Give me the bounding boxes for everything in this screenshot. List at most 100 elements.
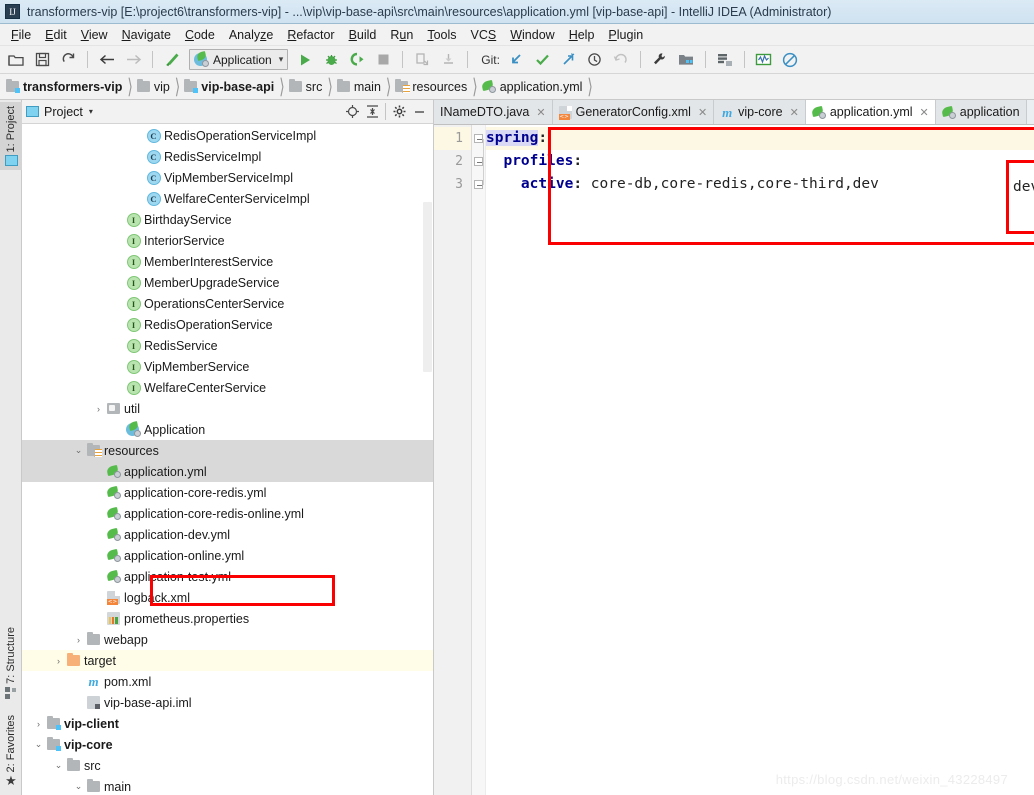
tree-row[interactable]: › webapp xyxy=(22,629,433,650)
run-configuration-selector[interactable]: Application ▾ xyxy=(189,49,289,70)
collapse-all-icon[interactable] xyxy=(362,102,382,122)
settings-gear-icon[interactable] xyxy=(389,102,409,122)
menu-code[interactable]: Code xyxy=(178,26,222,44)
tree-row[interactable]: application-core-redis-online.yml xyxy=(22,503,433,524)
tree-row[interactable]: › util xyxy=(22,398,433,419)
tree-row[interactable]: I InteriorService xyxy=(22,230,433,251)
tree-row[interactable]: application-core-redis.yml xyxy=(22,482,433,503)
menu-analyze[interactable]: Analyze xyxy=(222,26,280,44)
close-icon[interactable]: ✕ xyxy=(698,106,707,119)
close-icon[interactable]: ✕ xyxy=(536,106,545,119)
project-tree[interactable]: C RedisOperationServiceImpl C RedisServiceI… xyxy=(22,124,433,795)
menu-view[interactable]: View xyxy=(74,26,115,44)
breadcrumb-item-main[interactable]: main xyxy=(336,79,384,94)
tab-application-yml[interactable]: application.yml ✕ xyxy=(805,100,936,124)
run-with-coverage-icon[interactable] xyxy=(345,48,369,72)
settings-wrench-icon[interactable] xyxy=(648,48,672,72)
menu-plugin[interactable]: Plugin xyxy=(601,26,650,44)
chevron-down-icon[interactable]: ⌄ xyxy=(72,445,85,456)
tab-vip-core[interactable]: m vip-core ✕ xyxy=(714,100,806,124)
tree-row[interactable]: C VipMemberServiceImpl xyxy=(22,167,433,188)
locate-target-icon[interactable] xyxy=(342,102,362,122)
tree-row[interactable]: C RedisOperationServiceImpl xyxy=(22,125,433,146)
tree-row[interactable]: I RedisService xyxy=(22,335,433,356)
menu-tools[interactable]: Tools xyxy=(420,26,463,44)
breadcrumb-item-vip[interactable]: vip xyxy=(136,79,173,94)
tree-row[interactable]: › target xyxy=(22,650,433,671)
minimize-icon[interactable] xyxy=(409,102,429,122)
menu-window[interactable]: Window xyxy=(503,26,561,44)
tree-row[interactable]: application-online.yml xyxy=(22,545,433,566)
fold-marker-icon[interactable] xyxy=(474,134,483,143)
tree-row[interactable]: I RedisOperationService xyxy=(22,314,433,335)
tree-row[interactable]: I MemberInterestService xyxy=(22,251,433,272)
vcs-push-icon[interactable] xyxy=(557,48,581,72)
tab-iname-dto-java[interactable]: INameDTO.java ✕ xyxy=(434,100,553,124)
tree-row[interactable]: C RedisServiceImpl xyxy=(22,146,433,167)
breadcrumb-item-application-yml[interactable]: application.yml xyxy=(480,80,586,94)
code-folding-gutter[interactable] xyxy=(472,125,486,795)
chevron-down-icon[interactable]: ⌄ xyxy=(72,781,85,792)
tree-row[interactable]: › vip-client xyxy=(22,713,433,734)
menu-edit[interactable]: Edit xyxy=(38,26,74,44)
menu-help[interactable]: Help xyxy=(562,26,602,44)
tab-generator-config-xml[interactable]: GeneratorConfig.xml ✕ xyxy=(552,100,715,124)
vcs-commit-icon[interactable] xyxy=(531,48,555,72)
sync-icon[interactable] xyxy=(56,48,80,72)
tree-row[interactable]: I BirthdayService xyxy=(22,209,433,230)
open-folder-icon[interactable] xyxy=(4,48,28,72)
editor-body[interactable]: 1 2 3 spring: profiles: active: core-db,… xyxy=(434,125,1034,795)
tree-row[interactable]: I OperationsCenterService xyxy=(22,293,433,314)
menu-build[interactable]: Build xyxy=(342,26,384,44)
vcs-history-icon[interactable] xyxy=(583,48,607,72)
tree-row[interactable]: ⌄ vip-core xyxy=(22,734,433,755)
no-entry-icon[interactable] xyxy=(778,48,802,72)
tree-row[interactable]: ⌄ src xyxy=(22,755,433,776)
breadcrumb-item-project[interactable]: transformers-vip xyxy=(6,79,125,94)
tree-row[interactable]: logback.xml xyxy=(22,587,433,608)
breadcrumb-item-vip-base-api[interactable]: vip-base-api xyxy=(184,79,277,94)
tree-row[interactable]: application-test.yml xyxy=(22,566,433,587)
breadcrumb-item-src[interactable]: src xyxy=(288,79,326,94)
vcs-update-icon[interactable] xyxy=(505,48,529,72)
tree-row[interactable]: Application xyxy=(22,419,433,440)
tree-row[interactable]: m pom.xml xyxy=(22,671,433,692)
build-hammer-icon[interactable] xyxy=(160,48,184,72)
run-icon[interactable] xyxy=(293,48,317,72)
chevron-down-icon[interactable]: ⌄ xyxy=(52,760,65,771)
monitor-icon[interactable] xyxy=(752,48,776,72)
chevron-right-icon[interactable]: › xyxy=(52,656,65,666)
tree-row[interactable]: application-dev.yml xyxy=(22,524,433,545)
tree-scrollbar[interactable] xyxy=(423,202,432,372)
breadcrumb-item-resources[interactable]: resources xyxy=(395,79,470,94)
database-icon[interactable] xyxy=(713,48,737,72)
menu-run[interactable]: Run xyxy=(383,26,420,44)
tree-row[interactable]: I VipMemberService xyxy=(22,356,433,377)
save-icon[interactable] xyxy=(30,48,54,72)
tree-row[interactable]: vip-base-api.iml xyxy=(22,692,433,713)
code-view[interactable]: spring: profiles: active: core-db,core-r… xyxy=(486,125,1034,795)
chevron-down-icon[interactable]: ▾ xyxy=(89,107,93,116)
chevron-right-icon[interactable]: › xyxy=(32,719,45,729)
tree-row[interactable]: C WelfareCenterServiceImpl xyxy=(22,188,433,209)
back-arrow-icon[interactable] xyxy=(95,48,119,72)
fold-marker-icon[interactable] xyxy=(474,180,483,189)
fold-marker-icon[interactable] xyxy=(474,157,483,166)
tree-row[interactable]: application.yml xyxy=(22,461,433,482)
tab-application[interactable]: application xyxy=(935,100,1027,124)
chevron-down-icon[interactable]: ⌄ xyxy=(32,739,45,750)
menu-refactor[interactable]: Refactor xyxy=(280,26,341,44)
tree-row[interactable]: I MemberUpgradeService xyxy=(22,272,433,293)
debug-icon[interactable] xyxy=(319,48,343,72)
tree-row[interactable]: ⌄ resources xyxy=(22,440,433,461)
menu-vcs[interactable]: VCS xyxy=(464,26,504,44)
tree-row[interactable]: I WelfareCenterService xyxy=(22,377,433,398)
sidebar-item-favorites[interactable]: 2: Favorites ★ xyxy=(0,715,22,787)
tree-row[interactable]: prometheus.properties xyxy=(22,608,433,629)
sidebar-item-project[interactable]: 1: Project xyxy=(0,102,22,171)
sidebar-item-structure[interactable]: 7: Structure xyxy=(0,627,22,699)
project-structure-icon[interactable] xyxy=(674,48,698,72)
close-icon[interactable]: ✕ xyxy=(790,106,799,119)
chevron-right-icon[interactable]: › xyxy=(72,635,85,645)
menu-navigate[interactable]: Navigate xyxy=(115,26,178,44)
